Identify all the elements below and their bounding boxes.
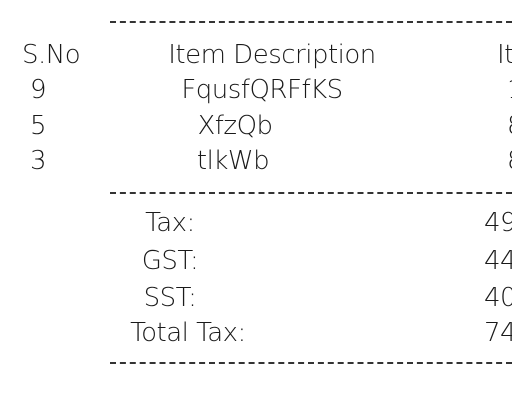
header-sno: S.No xyxy=(22,40,81,70)
summary-tax-value: 49 xyxy=(484,208,512,238)
header-item-description: Item Description xyxy=(168,40,376,70)
summary-sst-label: SST: xyxy=(143,283,197,313)
row-3-description: tlkWb xyxy=(196,146,270,176)
divider-bottom xyxy=(110,362,512,364)
row-2-description: XfzQb xyxy=(197,111,273,141)
row-1-partial: 1 xyxy=(507,75,512,105)
row-2-sno: 5 xyxy=(29,111,47,141)
receipt: S.No Item Description It 9 FqusfQRFfKS 1… xyxy=(0,0,512,400)
row-1-sno: 9 xyxy=(29,75,47,105)
divider-middle xyxy=(110,192,512,194)
divider-top xyxy=(110,21,512,23)
summary-total-tax-label: Total Tax: xyxy=(130,318,246,348)
header-item-partial: It xyxy=(497,40,512,70)
summary-gst-label: GST: xyxy=(141,246,199,276)
row-1-description: FqusfQRFfKS xyxy=(181,75,343,105)
summary-tax-label: Tax: xyxy=(145,208,195,238)
row-2-partial: 8 xyxy=(507,111,512,141)
summary-total-tax-value: 74 xyxy=(484,318,512,348)
row-3-partial: 8 xyxy=(507,146,512,176)
row-3-sno: 3 xyxy=(29,146,47,176)
summary-sst-value: 40 xyxy=(484,283,512,313)
summary-gst-value: 44 xyxy=(484,246,512,276)
